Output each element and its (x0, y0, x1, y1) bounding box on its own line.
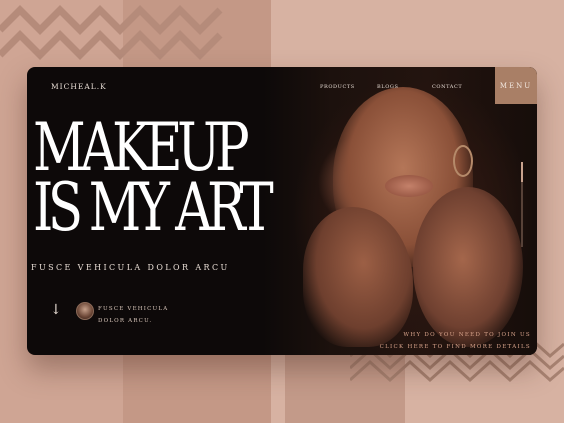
headline-line-2: IS MY ART (33, 169, 274, 246)
arrow-down-icon[interactable]: ↓ (50, 302, 62, 318)
cta-details-link[interactable]: CLICK HERE TO FIND MORE DETAILS (380, 344, 531, 350)
hero-photo (263, 67, 537, 355)
feature-caption-line-2: DOLOR ARCU. (98, 318, 153, 324)
avatar (76, 302, 94, 320)
feature-caption-line-1: FUSCE VEHICULA (98, 306, 169, 312)
model-hand-right (413, 187, 523, 347)
hero-subtitle: FUSCE VEHICULA DOLOR ARCU (31, 263, 230, 272)
scrollbar-thumb[interactable] (521, 162, 523, 182)
nav-contact-link[interactable]: CONTACT (432, 84, 462, 90)
cta-question[interactable]: WHY DO YOU NEED TO JOIN US (403, 332, 531, 338)
nav-blogs-link[interactable]: BLOGS (377, 84, 399, 90)
brand-logo[interactable]: MICHEAL.K (51, 82, 107, 91)
scrollbar[interactable] (521, 162, 523, 247)
hero-card: MICHEAL.K PRODUCTS BLOGS CONTACT MENU MA… (27, 67, 537, 355)
model-lips (385, 175, 433, 197)
feature-caption[interactable]: FUSCE VEHICULA DOLOR ARCU. (98, 303, 168, 327)
menu-button[interactable]: MENU (495, 67, 537, 104)
zigzag-pattern-top (0, 5, 223, 60)
nav-products-link[interactable]: PRODUCTS (320, 84, 355, 90)
earring (453, 145, 473, 177)
